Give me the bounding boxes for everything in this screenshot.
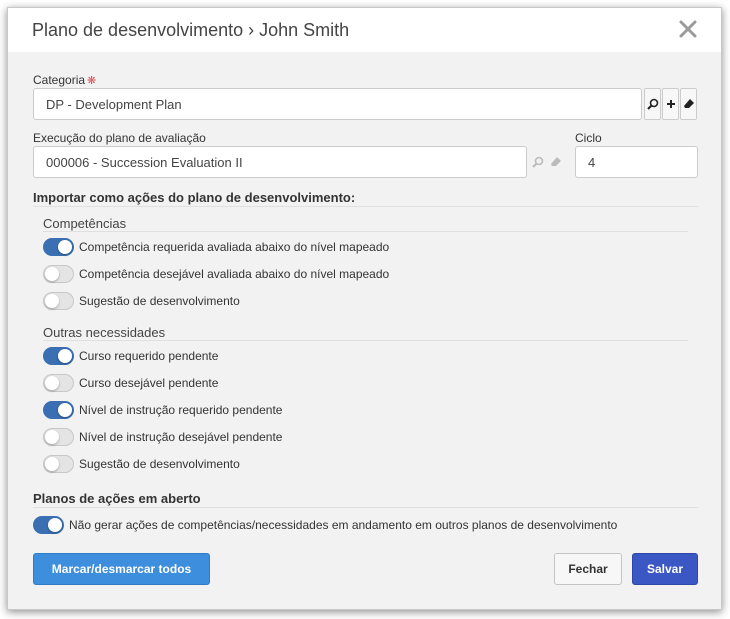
toggle-switch[interactable] [43, 401, 74, 419]
toggle-row: Nível de instrução desejável pendente [43, 427, 282, 447]
required-icon: ❋ [87, 75, 97, 87]
competencias-title: Competências [43, 216, 127, 231]
categoria-add-button[interactable] [662, 88, 679, 120]
divider [33, 206, 698, 207]
dialog-title: Plano de desenvolvimento › John Smith [32, 20, 350, 40]
toggle-row: Curso desejável pendente [43, 373, 218, 393]
categoria-field[interactable]: DP - Development Plan [33, 88, 642, 120]
toggle-label: Não gerar ações de competências/necessid… [69, 518, 618, 532]
eraser-icon [550, 157, 561, 166]
toggle-switch[interactable] [43, 455, 74, 473]
toggle-row: Não gerar ações de competências/necessid… [33, 515, 617, 535]
toggle-switch[interactable] [33, 516, 64, 534]
toggle-label: Curso requerido pendente [79, 349, 219, 363]
toggle-label: Sugestão de desenvolvimento [79, 294, 240, 308]
categoria-label: Categoria ❋ [33, 73, 97, 87]
search-icon [531, 156, 543, 168]
toggle-switch[interactable] [43, 238, 74, 256]
toggle-label: Competência requerida avaliada abaixo do… [79, 240, 390, 254]
toggle-switch[interactable] [43, 428, 74, 446]
divider [33, 507, 698, 508]
toggle-switch[interactable] [43, 374, 74, 392]
dialog-header: Plano de desenvolvimento › John Smith [8, 8, 721, 52]
divider [43, 231, 688, 232]
toggle-row: Competência desejável avaliada abaixo do… [43, 264, 389, 284]
execucao-field[interactable]: 000006 - Succession Evaluation II [33, 146, 527, 178]
toggle-row: Sugestão de desenvolvimento [43, 454, 240, 474]
plus-icon [666, 100, 675, 108]
toggle-row: Competência requerida avaliada abaixo do… [43, 237, 389, 257]
toggle-switch[interactable] [43, 265, 74, 283]
toggle-label: Sugestão de desenvolvimento [79, 457, 240, 471]
development-plan-dialog: Plano de desenvolvimento › John Smith Ca… [7, 7, 722, 610]
divider [43, 340, 688, 341]
importar-title: Importar como ações do plano de desenvol… [33, 190, 356, 205]
toggle-label: Curso desejável pendente [79, 376, 219, 390]
toggle-switch[interactable] [43, 347, 74, 365]
toggle-label: Competência desejável avaliada abaixo do… [79, 267, 390, 281]
toggle-all-button[interactable]: Marcar/desmarcar todos [33, 553, 210, 585]
categoria-search-button[interactable] [644, 88, 661, 120]
toggle-switch[interactable] [43, 292, 74, 310]
close-icon[interactable] [677, 18, 699, 40]
categoria-clear-button[interactable] [680, 88, 697, 120]
toggle-row: Curso requerido pendente [43, 346, 218, 366]
toggle-label: Nível de instrução requerido pendente [79, 403, 283, 417]
execucao-label: Execução do plano de avaliação [33, 131, 206, 145]
search-icon [646, 98, 658, 110]
planos-title: Planos de ações em aberto [33, 491, 201, 506]
execucao-clear-button [547, 146, 564, 178]
outras-title: Outras necessidades [43, 325, 166, 340]
eraser-icon [683, 99, 694, 108]
ciclo-label: Ciclo [575, 131, 602, 145]
ciclo-field[interactable]: 4 [575, 146, 698, 178]
save-button[interactable]: Salvar [632, 553, 698, 585]
execucao-search-button [529, 146, 546, 178]
toggle-row: Sugestão de desenvolvimento [43, 291, 240, 311]
toggle-label: Nível de instrução desejável pendente [79, 430, 283, 444]
toggle-row: Nível de instrução requerido pendente [43, 400, 282, 420]
close-button[interactable]: Fechar [554, 553, 622, 585]
